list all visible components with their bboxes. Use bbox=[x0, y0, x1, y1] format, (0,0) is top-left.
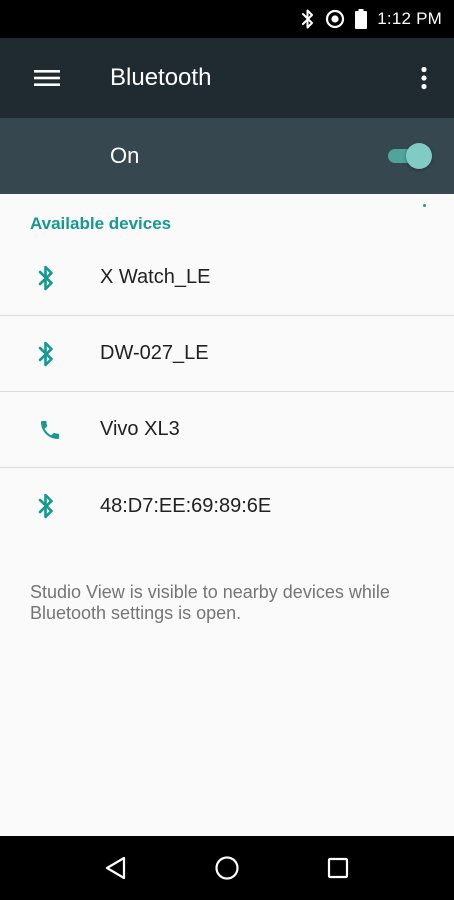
visibility-info-text: Studio View is visible to nearby devices… bbox=[30, 582, 390, 623]
bluetooth-status-icon bbox=[301, 9, 315, 29]
bluetooth-toggle[interactable] bbox=[384, 142, 432, 170]
switch-label: On bbox=[110, 143, 140, 168]
section-header-label: Available devices bbox=[30, 214, 172, 233]
back-icon[interactable] bbox=[96, 848, 136, 888]
status-time: 1:12 PM bbox=[377, 9, 442, 28]
recents-icon[interactable] bbox=[318, 848, 358, 888]
available-devices-header: Available devices bbox=[0, 194, 454, 240]
status-bar: 1:12 PM bbox=[0, 0, 454, 38]
device-name: Vivo XL3 bbox=[100, 418, 180, 440]
scanning-progress-indicator bbox=[423, 204, 426, 207]
device-row-dw-027-le[interactable]: DW-027_LE bbox=[0, 316, 454, 392]
device-row-vivo-xl3[interactable]: Vivo XL3 bbox=[0, 392, 454, 468]
home-icon[interactable] bbox=[207, 848, 247, 888]
app-bar: Bluetooth bbox=[0, 38, 454, 118]
bluetooth-icon bbox=[38, 265, 78, 291]
phone-icon bbox=[38, 418, 78, 442]
device-row-x-watch-le[interactable]: X Watch_LE bbox=[0, 240, 454, 316]
device-name: X Watch_LE bbox=[100, 266, 211, 288]
device-name: 48:D7:EE:69:89:6E bbox=[100, 494, 272, 517]
battery-icon bbox=[355, 9, 368, 29]
page-title: Bluetooth bbox=[110, 64, 212, 91]
bluetooth-icon bbox=[38, 341, 78, 367]
hamburger-menu-icon[interactable] bbox=[32, 63, 62, 93]
do-not-disturb-icon bbox=[325, 9, 345, 29]
bluetooth-settings-screen: 1:12 PM Bluetooth On Available devices X… bbox=[0, 0, 454, 900]
bluetooth-icon bbox=[38, 493, 78, 519]
toggle-thumb bbox=[406, 143, 432, 169]
system-nav-bar bbox=[0, 836, 454, 900]
device-row-48-d7-ee-69-89-6e[interactable]: 48:D7:EE:69:89:6E bbox=[0, 468, 454, 544]
device-list: X Watch_LE DW-027_LE Vivo XL3 48:D7:EE:6… bbox=[0, 240, 454, 544]
bluetooth-master-switch-bar[interactable]: On bbox=[0, 118, 454, 194]
more-vert-icon[interactable] bbox=[412, 63, 436, 93]
device-name: DW-027_LE bbox=[100, 342, 209, 364]
